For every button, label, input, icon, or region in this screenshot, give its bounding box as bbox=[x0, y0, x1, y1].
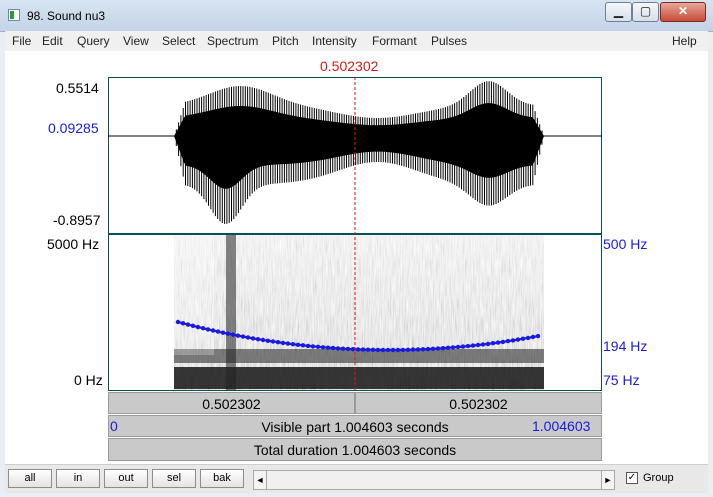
close-icon: ✕ bbox=[677, 4, 689, 18]
group-checkbox[interactable]: ✓ bbox=[626, 472, 638, 484]
visible-start-label: 0 bbox=[110, 418, 118, 434]
group-label: Group bbox=[643, 472, 674, 484]
minimize-button[interactable]: ▁ bbox=[605, 2, 632, 22]
maximize-icon: ▢ bbox=[639, 4, 652, 18]
menu-view[interactable]: View bbox=[123, 34, 149, 48]
horizontal-scrollbar[interactable] bbox=[267, 470, 601, 490]
zoom-all-button[interactable]: all bbox=[8, 469, 52, 488]
title-bar[interactable]: 98. Sound nu3 ▁ ▢ ✕ bbox=[0, 0, 713, 32]
spectrogram-bottom-freq-label: 0 Hz bbox=[74, 372, 103, 388]
visible-part-text: Visible part 1.004603 seconds bbox=[261, 419, 449, 435]
visible-end-label: 1.004603 bbox=[532, 418, 591, 434]
menu-file[interactable]: File bbox=[12, 34, 31, 48]
menu-help[interactable]: Help bbox=[672, 34, 697, 48]
menu-query[interactable]: Query bbox=[77, 34, 110, 48]
menu-formant[interactable]: Formant bbox=[372, 34, 417, 48]
pitch-top-label: 500 Hz bbox=[603, 236, 648, 252]
zoom-back-button[interactable]: bak bbox=[200, 469, 244, 488]
window-title: 98. Sound nu3 bbox=[27, 9, 106, 23]
waveform-cursor-value-label: 0.09285 bbox=[48, 120, 99, 136]
time-bar-right[interactable]: 0.502302 bbox=[355, 392, 602, 414]
menu-select[interactable]: Select bbox=[162, 34, 195, 48]
menu-pulses[interactable]: Pulses bbox=[431, 34, 467, 48]
scroll-right-arrow-icon[interactable]: ► bbox=[601, 470, 615, 490]
total-duration-bar[interactable]: Total duration 1.004603 seconds bbox=[108, 438, 602, 461]
minimize-icon: ▁ bbox=[613, 4, 624, 18]
menu-spectrum[interactable]: Spectrum bbox=[207, 34, 258, 48]
menu-edit[interactable]: Edit bbox=[42, 34, 63, 48]
scroll-left-arrow-icon[interactable]: ◄ bbox=[253, 470, 267, 490]
close-button[interactable]: ✕ bbox=[660, 2, 706, 22]
cursor-time-label: 0.502302 bbox=[320, 58, 379, 74]
app-icon bbox=[8, 9, 20, 21]
zoom-selection-button[interactable]: sel bbox=[152, 469, 196, 488]
praat-sound-window: 98. Sound nu3 ▁ ▢ ✕ File Edit Query View… bbox=[0, 0, 713, 497]
menu-pitch[interactable]: Pitch bbox=[272, 34, 299, 48]
maximize-button[interactable]: ▢ bbox=[632, 2, 659, 22]
visible-part-bar[interactable]: Visible part 1.004603 seconds bbox=[108, 415, 602, 437]
sound-display[interactable] bbox=[108, 77, 602, 391]
bottom-toolbar: all in out sel bak ◄ ► ✓ Group bbox=[5, 464, 708, 493]
pitch-cursor-label: 194 Hz bbox=[603, 338, 648, 354]
zoom-out-button[interactable]: out bbox=[104, 469, 148, 488]
zoom-in-button[interactable]: in bbox=[56, 469, 100, 488]
menu-intensity[interactable]: Intensity bbox=[312, 34, 357, 48]
spectrogram-image bbox=[174, 235, 544, 390]
pitch-bottom-label: 75 Hz bbox=[603, 372, 640, 388]
time-bar-left[interactable]: 0.502302 bbox=[108, 392, 355, 414]
waveform-min-label: -0.8957 bbox=[53, 212, 101, 228]
menu-bar: File Edit Query View Select Spectrum Pit… bbox=[5, 31, 708, 52]
spectrogram-top-freq-label: 5000 Hz bbox=[47, 236, 100, 252]
waveform-max-label: 0.5514 bbox=[56, 80, 99, 96]
